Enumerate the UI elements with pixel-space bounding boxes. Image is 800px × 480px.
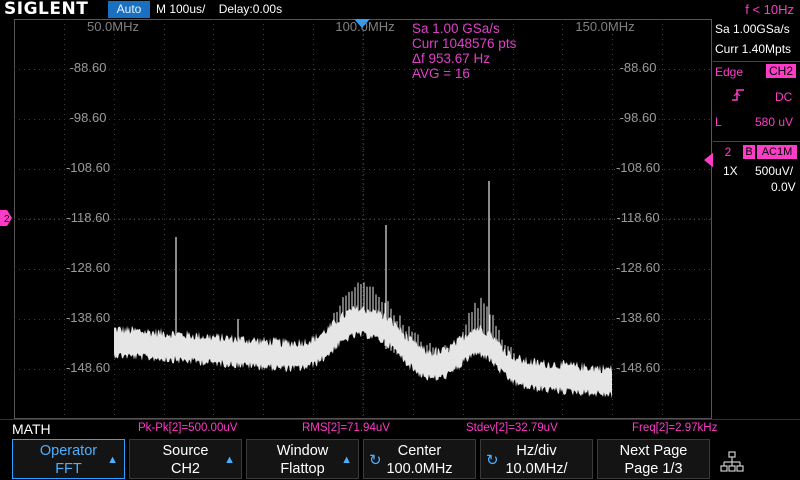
operator-button[interactable]: Operator FFT ▲ <box>12 439 125 479</box>
arrow-icon: ▲ <box>224 454 235 466</box>
arrow-icon: ▲ <box>107 454 118 466</box>
level-label: -108.60 <box>65 160 111 175</box>
softkey-value: 10.0MHz/ <box>505 461 568 477</box>
rising-edge-icon <box>732 89 744 101</box>
level-label: -128.60 <box>615 260 661 275</box>
frequency-counter: f < 10Hz <box>745 2 794 17</box>
level-label: -108.60 <box>615 160 661 175</box>
delay-value: Delay:0.00s <box>218 2 283 16</box>
source-button[interactable]: Source CH2 ▲ <box>129 439 242 479</box>
level-label: -88.60 <box>619 60 657 75</box>
trigger-level-label: L <box>715 115 722 129</box>
channel-coupling-badge: AC1M <box>757 145 797 159</box>
bandwidth-limit-badge: B <box>743 145 755 159</box>
brand-logo: SIGLENT <box>4 0 89 19</box>
run-state-badge[interactable]: Auto <box>108 1 150 18</box>
softkey-title: Center <box>397 443 442 459</box>
average-count-text: AVG = 16 <box>412 66 470 81</box>
delta-f-text: Δf 953.67 Hz <box>412 51 491 66</box>
current-points-text: Curr 1048576 pts <box>412 36 517 51</box>
channel-offset: 0.0V <box>771 180 796 194</box>
center-button[interactable]: ↻ Center 100.0MHz <box>363 439 476 479</box>
soft-menu: Operator FFT ▲ Source CH2 ▲ Window Flatt… <box>0 437 800 480</box>
next-page-button[interactable]: Next Page Page 1/3 <box>597 439 710 479</box>
level-label: -148.60 <box>65 360 111 375</box>
level-label: -128.60 <box>65 260 111 275</box>
level-label: -98.60 <box>69 110 107 125</box>
level-label: -118.60 <box>66 210 110 225</box>
channel-ground-label: 2 <box>4 214 10 225</box>
acquisition-info: Sa 1.00 GSa/s Curr 1048576 pts Δf 953.67… <box>412 21 516 81</box>
softkey-value: Page 1/3 <box>624 461 683 477</box>
freq-axis-label: 100.0MHz <box>335 19 395 34</box>
trigger-settings[interactable]: Edge CH2 DC L 580 uV <box>713 61 800 152</box>
network-icon[interactable] <box>720 451 744 473</box>
softkey-title: Next Page <box>619 443 688 459</box>
measure-stdev: Stdev[2]=32.79uV <box>466 422 558 434</box>
softkey-value: 100.0MHz <box>386 461 453 477</box>
trigger-type: Edge <box>715 65 744 79</box>
channel-settings[interactable]: 2 B AC1M 1X 500uV/ 0.0V <box>713 141 800 194</box>
timebase-value: M 100us/ <box>156 2 206 16</box>
status-bar: SIGLENT Auto M 100us/ Delay:0.00s f < 10… <box>0 0 800 19</box>
timebase-readout[interactable]: M 100us/ Delay:0.00s <box>156 0 282 19</box>
measure-rms: RMS[2]=71.94uV <box>302 422 390 434</box>
level-label: -138.60 <box>615 310 661 325</box>
level-label: -148.60 <box>615 360 661 375</box>
measure-freq: Freq[2]=2.97kHz <box>632 422 718 434</box>
freq-axis-label: 50.0MHz <box>86 19 140 34</box>
sample-rate-text: Sa 1.00 GSa/s <box>412 21 500 36</box>
level-label: -118.60 <box>616 210 660 225</box>
channel-number: 2 <box>724 145 732 159</box>
trigger-coupling: DC <box>775 90 793 104</box>
trigger-level-value: 580 uV <box>755 115 794 129</box>
trigger-source-badge: CH2 <box>766 64 796 78</box>
panel-memory-depth: Curr 1.40Mpts <box>715 42 792 56</box>
freq-axis-label: 150.0MHz <box>575 19 635 34</box>
level-label: -98.60 <box>619 110 657 125</box>
level-label: -88.60 <box>69 60 107 75</box>
volts-per-div: 500uV/ <box>755 164 794 178</box>
level-label: -138.60 <box>65 310 111 325</box>
window-button[interactable]: Window Flattop ▲ <box>246 439 359 479</box>
probe-attenuation: 1X <box>723 164 738 178</box>
measurement-bar: MATH Pk-Pk[2]=500.00uV RMS[2]=71.94uV St… <box>0 419 800 438</box>
measure-pk-pk: Pk-Pk[2]=500.00uV <box>138 422 238 434</box>
panel-sample-rate: Sa 1.00GSa/s <box>715 22 790 36</box>
softkey-title: Hz/div <box>516 443 557 459</box>
channel-ground-marker[interactable]: 2 <box>0 210 12 226</box>
settings-panel: Sa 1.00GSa/s Curr 1.40Mpts Edge CH2 DC L… <box>713 19 800 419</box>
hz-div-button[interactable]: ↻ Hz/div 10.0MHz/ <box>480 439 593 479</box>
arrow-icon: ▲ <box>341 454 352 466</box>
